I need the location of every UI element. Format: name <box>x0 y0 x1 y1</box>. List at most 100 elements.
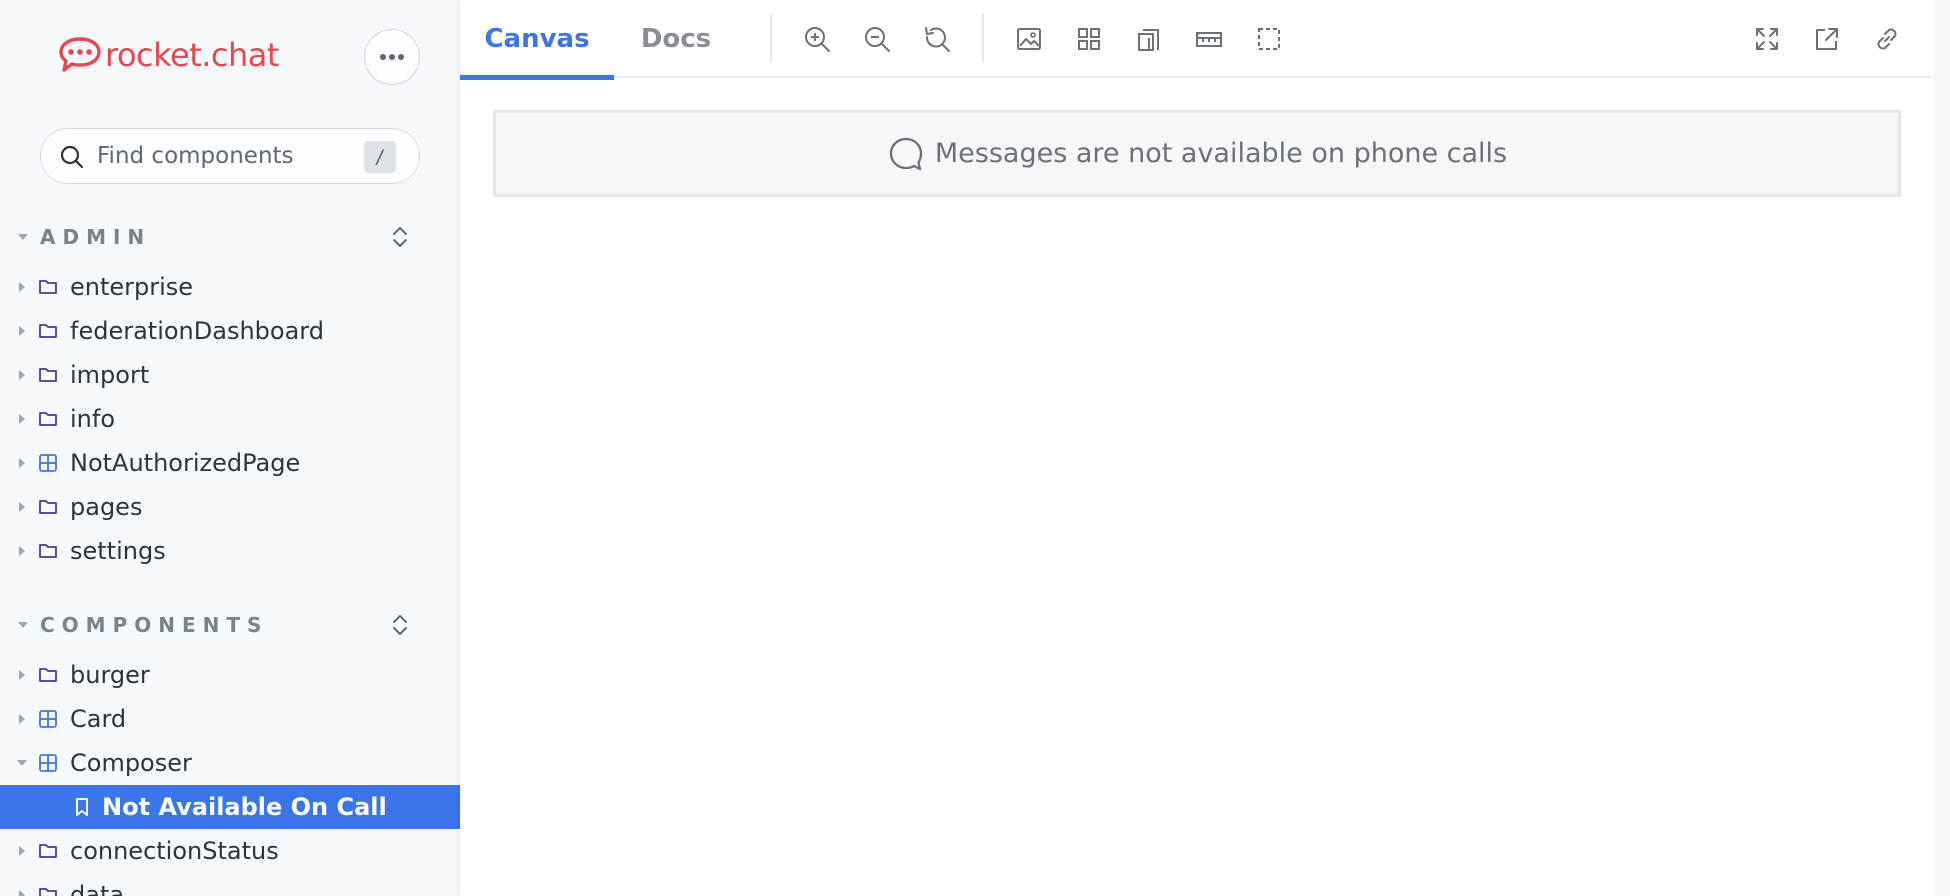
outline-icon <box>1258 28 1280 50</box>
link-icon <box>1877 28 1897 50</box>
brand-row: rocket.chat <box>0 0 460 110</box>
banner-message: Messages are not available on phone call… <box>934 138 1508 169</box>
folder-icon <box>39 280 57 294</box>
outline-button[interactable] <box>1252 22 1286 56</box>
toolbar: Canvas Docs <box>460 0 1933 80</box>
component-icon <box>39 454 57 472</box>
toolbar-divider <box>770 14 772 62</box>
tree-item-not-available-on-call[interactable]: Not Available On Call <box>0 785 460 829</box>
tree-item-not-authorized-page[interactable]: NotAuthorizedPage <box>0 441 460 485</box>
folder-icon <box>39 668 57 682</box>
expand-collapse-icon[interactable] <box>388 223 412 251</box>
viewport-button[interactable] <box>1132 22 1166 56</box>
tree-item-label: pages <box>70 493 143 521</box>
caret-right-icon <box>19 458 25 468</box>
tree-item-label: Composer <box>70 749 192 777</box>
folder-icon <box>39 844 57 858</box>
ellipsis-icon <box>380 54 404 60</box>
main-panel: Canvas Docs Messages are not available o… <box>460 0 1933 896</box>
tree-item-label: enterprise <box>70 273 194 301</box>
tree-item-import[interactable]: import <box>0 353 460 397</box>
caret-right-icon <box>19 370 25 380</box>
background-button[interactable] <box>1012 22 1046 56</box>
brand-logo[interactable]: rocket.chat <box>57 34 279 76</box>
caret-right-icon <box>19 890 25 896</box>
search-icon <box>60 145 84 169</box>
open-new-tab-button[interactable] <box>1810 22 1844 56</box>
expand-collapse-icon[interactable] <box>388 611 412 639</box>
grid-icon <box>1078 28 1100 50</box>
tree-item-settings[interactable]: settings <box>0 529 460 573</box>
search-input[interactable] <box>97 139 337 173</box>
caret-down-icon <box>18 234 28 240</box>
tree-item-card[interactable]: Card <box>0 697 460 741</box>
background-icon <box>1017 28 1041 50</box>
tree-item-label: data <box>70 881 125 896</box>
sidebar: rocket.chat / ADMIN <box>0 0 460 896</box>
tree-item-label: Card <box>70 705 127 733</box>
rocket-chat-logo-icon <box>59 37 101 72</box>
right-edge <box>1933 0 1950 896</box>
tree-item-federation-dashboard[interactable]: federationDashboard <box>0 309 460 353</box>
viewport-icon <box>1138 29 1159 51</box>
component-icon <box>39 754 57 772</box>
measure-button[interactable] <box>1192 22 1226 56</box>
storybook-app: rocket.chat / ADMIN <box>0 0 1950 896</box>
zoom-out-button[interactable] <box>860 22 894 56</box>
brand-name: rocket.chat <box>105 36 279 74</box>
tree-item-info[interactable]: info <box>0 397 460 441</box>
component-icon <box>39 710 57 728</box>
tab-docs[interactable]: Docs <box>614 0 738 78</box>
caret-down-icon <box>18 622 28 628</box>
folder-icon <box>39 544 57 558</box>
tree-item-data[interactable]: data <box>0 873 460 896</box>
section-header-components[interactable]: COMPONENTS <box>0 605 460 645</box>
zoom-in-button[interactable] <box>800 22 834 56</box>
search-box: / <box>40 128 420 184</box>
tab-label: Canvas <box>484 24 590 54</box>
tree-item-burger[interactable]: burger <box>0 653 460 697</box>
fullscreen-icon <box>1756 28 1778 50</box>
copy-link-button[interactable] <box>1870 22 1904 56</box>
tree-item-connection-status[interactable]: connectionStatus <box>0 829 460 873</box>
tree-item-label: connectionStatus <box>70 837 279 865</box>
tree-item-label: burger <box>70 661 150 689</box>
fullscreen-button[interactable] <box>1750 22 1784 56</box>
caret-right-icon <box>19 714 25 724</box>
tree-item-label: NotAuthorizedPage <box>70 449 301 477</box>
tree-item-enterprise[interactable]: enterprise <box>0 265 460 309</box>
measure-icon <box>1196 32 1222 47</box>
toolbar-divider <box>982 14 984 62</box>
tree-item-pages[interactable]: pages <box>0 485 460 529</box>
not-available-banner: Messages are not available on phone call… <box>493 110 1901 197</box>
folder-icon <box>39 888 57 896</box>
caret-right-icon <box>19 282 25 292</box>
chat-bubble-icon <box>889 137 923 170</box>
caret-down-icon <box>17 760 27 766</box>
caret-right-icon <box>19 546 25 556</box>
open-new-tab-icon <box>1816 28 1838 50</box>
story-canvas: Messages are not available on phone call… <box>460 80 1933 896</box>
tab-label: Docs <box>640 24 712 54</box>
caret-right-icon <box>19 414 25 424</box>
caret-right-icon <box>19 502 25 512</box>
tab-canvas[interactable]: Canvas <box>460 0 614 80</box>
tree-item-composer[interactable]: Composer <box>0 741 460 785</box>
folder-icon <box>39 368 57 382</box>
tree-item-label: federationDashboard <box>70 317 324 345</box>
grid-button[interactable] <box>1072 22 1106 56</box>
bookmark-icon <box>76 798 88 816</box>
more-options-button[interactable] <box>364 29 420 85</box>
zoom-in-icon <box>805 27 830 52</box>
caret-right-icon <box>19 670 25 680</box>
section-title: ADMIN <box>40 225 152 249</box>
section-header-admin[interactable]: ADMIN <box>0 217 460 257</box>
search-shortcut-badge: / <box>364 141 396 173</box>
folder-icon <box>39 324 57 338</box>
reset-zoom-button[interactable] <box>920 22 954 56</box>
tree-item-label: import <box>70 361 150 389</box>
zoom-out-icon <box>865 27 890 52</box>
reset-zoom-icon <box>925 27 950 52</box>
tree-item-label: Not Available On Call <box>102 793 387 821</box>
caret-right-icon <box>19 846 25 856</box>
